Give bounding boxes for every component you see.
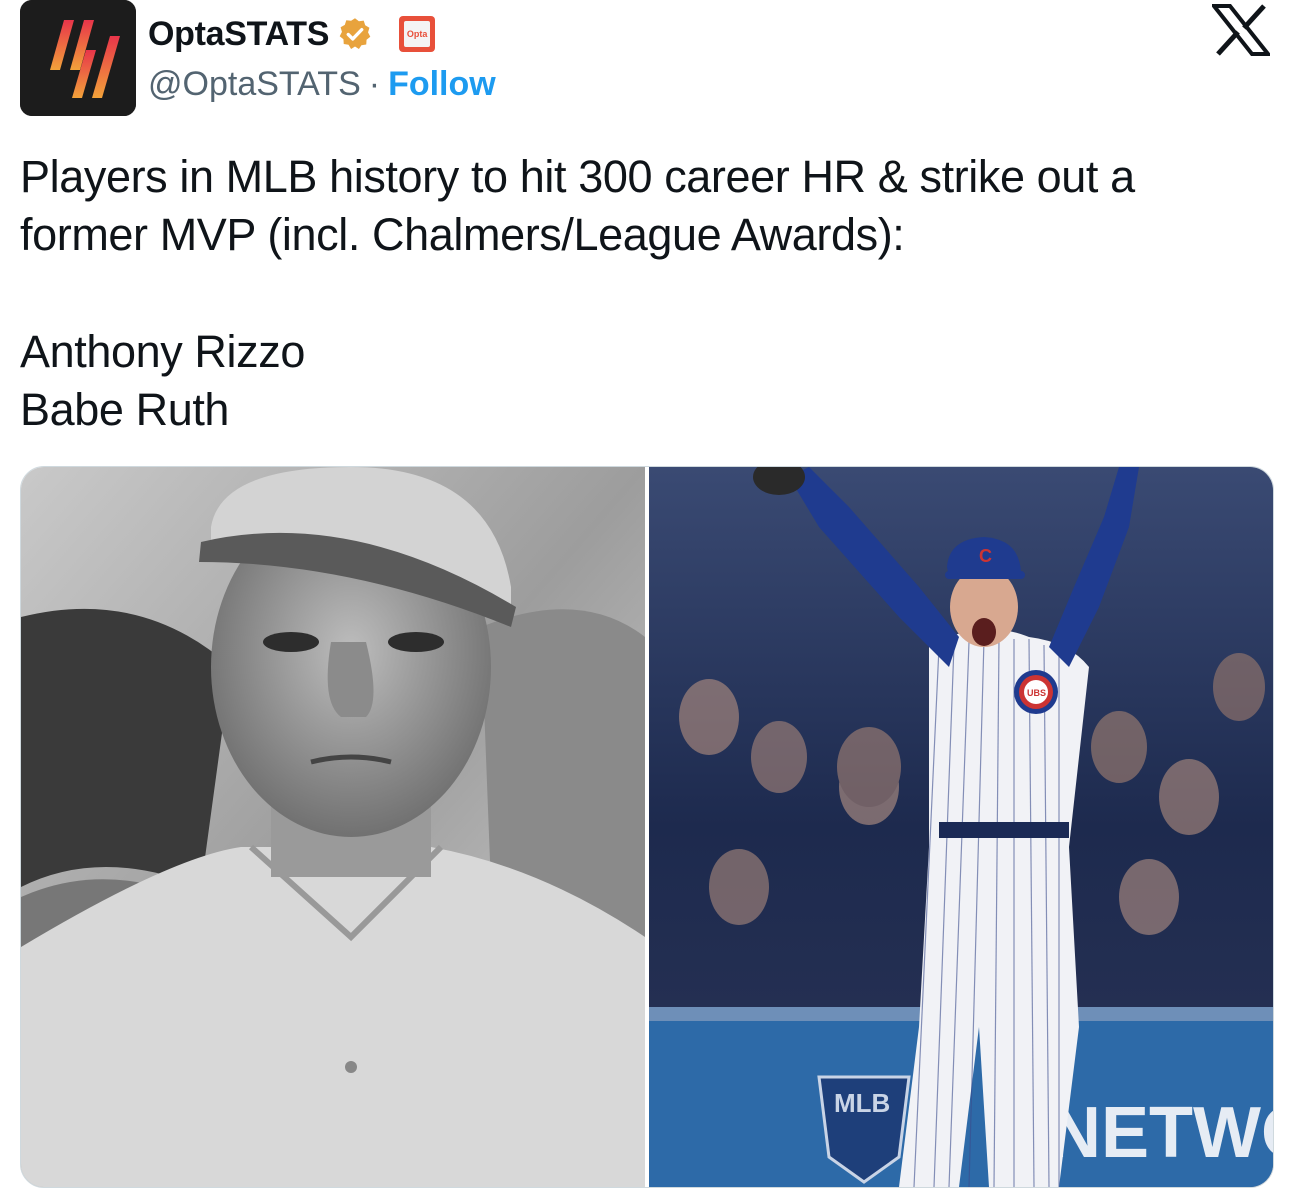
follow-button[interactable]: Follow — [388, 65, 496, 104]
handle-row: @OptaSTATS · Follow — [148, 62, 496, 106]
author-name-row: OptaSTATS Opta — [148, 12, 436, 56]
tweet-text: Players in MLB history to hit 300 career… — [20, 148, 1270, 264]
avatar[interactable] — [20, 0, 136, 116]
photo-anthony-rizzo[interactable]: NETWO MLB C — [649, 467, 1273, 1187]
mlb-logo-text: MLB — [834, 1088, 890, 1118]
handle[interactable]: @OptaSTATS — [148, 65, 361, 104]
separator: · — [368, 64, 381, 103]
x-logo-icon[interactable] — [1212, 4, 1270, 56]
player-name: Anthony Rizzo — [20, 326, 305, 377]
display-name[interactable]: OptaSTATS — [148, 15, 329, 54]
affiliate-badge-text: Opta — [406, 29, 428, 39]
player-list: Anthony Rizzo Babe Ruth — [20, 323, 305, 439]
network-banner-text: NETWO — [1049, 1093, 1273, 1173]
opta-logo-icon — [20, 0, 136, 116]
tweet-text-line: former MVP (incl. Chalmers/League Awards… — [20, 209, 905, 260]
player-name: Babe Ruth — [20, 384, 230, 435]
photo-babe-ruth[interactable] — [21, 467, 645, 1187]
tweet-text-line: Players in MLB history to hit 300 career… — [20, 151, 1135, 202]
media-grid: NETWO MLB C — [20, 466, 1274, 1188]
affiliate-badge-icon[interactable]: Opta — [399, 16, 436, 52]
jersey-logo-text: UBS — [1027, 688, 1046, 698]
cap-logo-text: C — [979, 546, 992, 566]
verified-badge-icon — [339, 18, 371, 49]
anthony-rizzo-celebration-image: NETWO MLB C — [649, 467, 1273, 1187]
babe-ruth-portrait-image — [21, 467, 645, 1187]
